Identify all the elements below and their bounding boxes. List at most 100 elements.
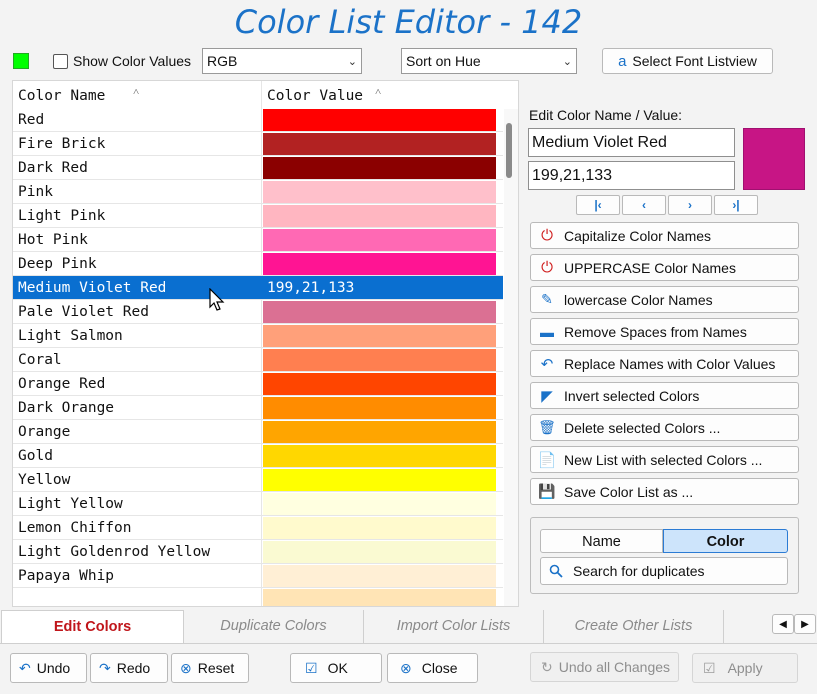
color-row[interactable]: Light Salmon [13,324,503,348]
format-select-value: RGB [207,53,238,69]
action-button[interactable]: ⏻ UPPERCASE Color Names [530,254,799,281]
color-row[interactable]: Coral [13,348,503,372]
action-button[interactable]: 💾 Save Color List as ... [530,478,799,505]
action-button[interactable]: 📄 New List with selected Colors ... [530,446,799,473]
scrollbar-thumb[interactable] [506,123,512,178]
sort-select[interactable]: Sort on Hue ⌄ [401,48,577,74]
color-name-input[interactable]: Medium Violet Red [528,128,735,157]
chevron-down-icon: ⌄ [347,55,357,68]
minus-icon: ▬ [540,323,554,340]
color-indicator [13,53,29,69]
action-button[interactable]: 🗑 Delete selected Colors ... [530,414,799,441]
search-duplicates-button[interactable]: Search for duplicates [540,557,788,585]
color-row[interactable]: Gold [13,444,503,468]
save-icon: 💾 [538,483,556,499]
color-row[interactable]: Pale Violet Red [13,300,503,324]
tab-duplicate-colors[interactable]: Duplicate Colors [184,610,364,643]
color-row-name: Light Salmon [18,328,123,344]
segment-color[interactable]: Color [663,529,788,553]
vertical-scrollbar[interactable] [504,109,518,606]
column-header-name-label: Color Name [18,88,106,104]
color-row-swatch: 199,21,133 [263,277,496,299]
color-row-name: Yellow [18,472,71,488]
column-header-value[interactable]: Color Value ˄ [267,81,497,107]
check-icon: ☑ [305,659,318,676]
color-row[interactable]: Medium Violet Red 199,21,133 [13,276,503,300]
nav-prev-button[interactable]: ‹ [622,195,666,215]
color-row[interactable]: Orange [13,420,503,444]
color-listview[interactable]: Color Name ˄ Color Value ˄ Red Fire Brick… [12,80,519,607]
tab-edit-colors[interactable]: Edit Colors [1,610,184,643]
select-font-button[interactable]: a Select Font Listview [602,48,773,74]
search-duplicates-label: Search for duplicates [573,563,705,579]
refresh-icon: ↻ [541,658,553,675]
chevron-down-icon: ⌄ [562,55,572,68]
tab-scroll-left-button[interactable]: ◀ [772,614,794,634]
color-row-name: Papaya Whip [18,568,115,584]
power-icon: ⏻ [541,227,553,244]
color-row[interactable]: Fire Brick [13,132,503,156]
color-row[interactable]: Dark Red [13,156,503,180]
redo-label: Redo [116,660,151,676]
search-icon [549,564,563,578]
color-row-swatch [263,517,496,539]
action-label: Delete selected Colors ... [564,419,721,436]
format-select[interactable]: RGB ⌄ [202,48,362,74]
color-row[interactable]: Pink [13,180,503,204]
ok-button[interactable]: ☑ OK [290,653,382,683]
sort-caret-icon: ˄ [133,85,140,98]
color-row-name: Red [18,112,45,128]
undo-arrow-icon: ↶ [540,355,554,373]
show-color-values-toggle[interactable]: Show Color Values [53,51,191,71]
action-button[interactable]: ▬ Remove Spaces from Names [530,318,799,345]
color-row[interactable]: Hot Pink [13,228,503,252]
tab-scroll-right-button[interactable]: ▶ [794,614,816,634]
apply-button[interactable]: ☑ Apply [692,653,798,683]
color-row-swatch [263,229,496,251]
sort-caret-icon: ˄ [375,85,382,98]
ok-label: OK [327,660,348,676]
prev-icon: ‹ [642,198,646,212]
color-value-input[interactable]: 199,21,133 [528,161,735,190]
redo-button[interactable]: ↷ Redo [90,653,168,683]
color-row[interactable]: Light Pink [13,204,503,228]
segment-name[interactable]: Name [540,529,663,553]
checkbox-icon[interactable] [53,53,68,69]
color-row[interactable]: Orange Red [13,372,503,396]
column-header-name[interactable]: Color Name ˄ [18,81,258,107]
action-button[interactable]: ◤ Invert selected Colors [530,382,799,409]
color-row-name: Orange Red [18,376,106,392]
color-preview-swatch[interactable] [743,128,805,190]
color-row[interactable]: Red [13,108,503,132]
color-row-name: Orange [18,424,71,440]
color-row[interactable]: Papaya Whip [13,564,503,588]
action-button[interactable]: ⏻ Capitalize Color Names [530,222,799,249]
color-row[interactable]: Deep Pink [13,252,503,276]
tab-create-other-lists[interactable]: Create Other Lists [544,610,724,643]
undo-button[interactable]: ↶ Undo [10,653,87,683]
color-row[interactable] [13,588,503,606]
nav-last-button[interactable]: ›| [714,195,758,215]
nav-first-button[interactable]: |‹ [576,195,620,215]
check-icon: ☑ [703,659,716,676]
color-row[interactable]: Light Goldenrod Yellow [13,540,503,564]
show-color-values-label: Show Color Values [73,53,192,69]
nav-next-button[interactable]: › [668,195,712,215]
edit-label: Edit Color Name / Value: [529,107,683,123]
color-row-name: Light Pink [18,208,106,224]
power-icon: ⏻ [541,259,553,276]
color-row[interactable]: Yellow [13,468,503,492]
sort-select-value: Sort on Hue [406,53,481,69]
color-row-swatch [263,325,496,347]
color-row-swatch [263,589,496,606]
reset-button[interactable]: ⊗ Reset [171,653,249,683]
tab-import-color-lists[interactable]: Import Color Lists [364,610,544,643]
color-row[interactable]: Dark Orange [13,396,503,420]
color-row-swatch [263,541,496,563]
action-button[interactable]: ✎ lowercase Color Names [530,286,799,313]
action-button[interactable]: ↶ Replace Names with Color Values [530,350,799,377]
undo-all-changes-button[interactable]: ↻ Undo all Changes [530,652,679,682]
close-button[interactable]: ⊗ Close [387,653,478,683]
color-row[interactable]: Lemon Chiffon [13,516,503,540]
color-row[interactable]: Light Yellow [13,492,503,516]
